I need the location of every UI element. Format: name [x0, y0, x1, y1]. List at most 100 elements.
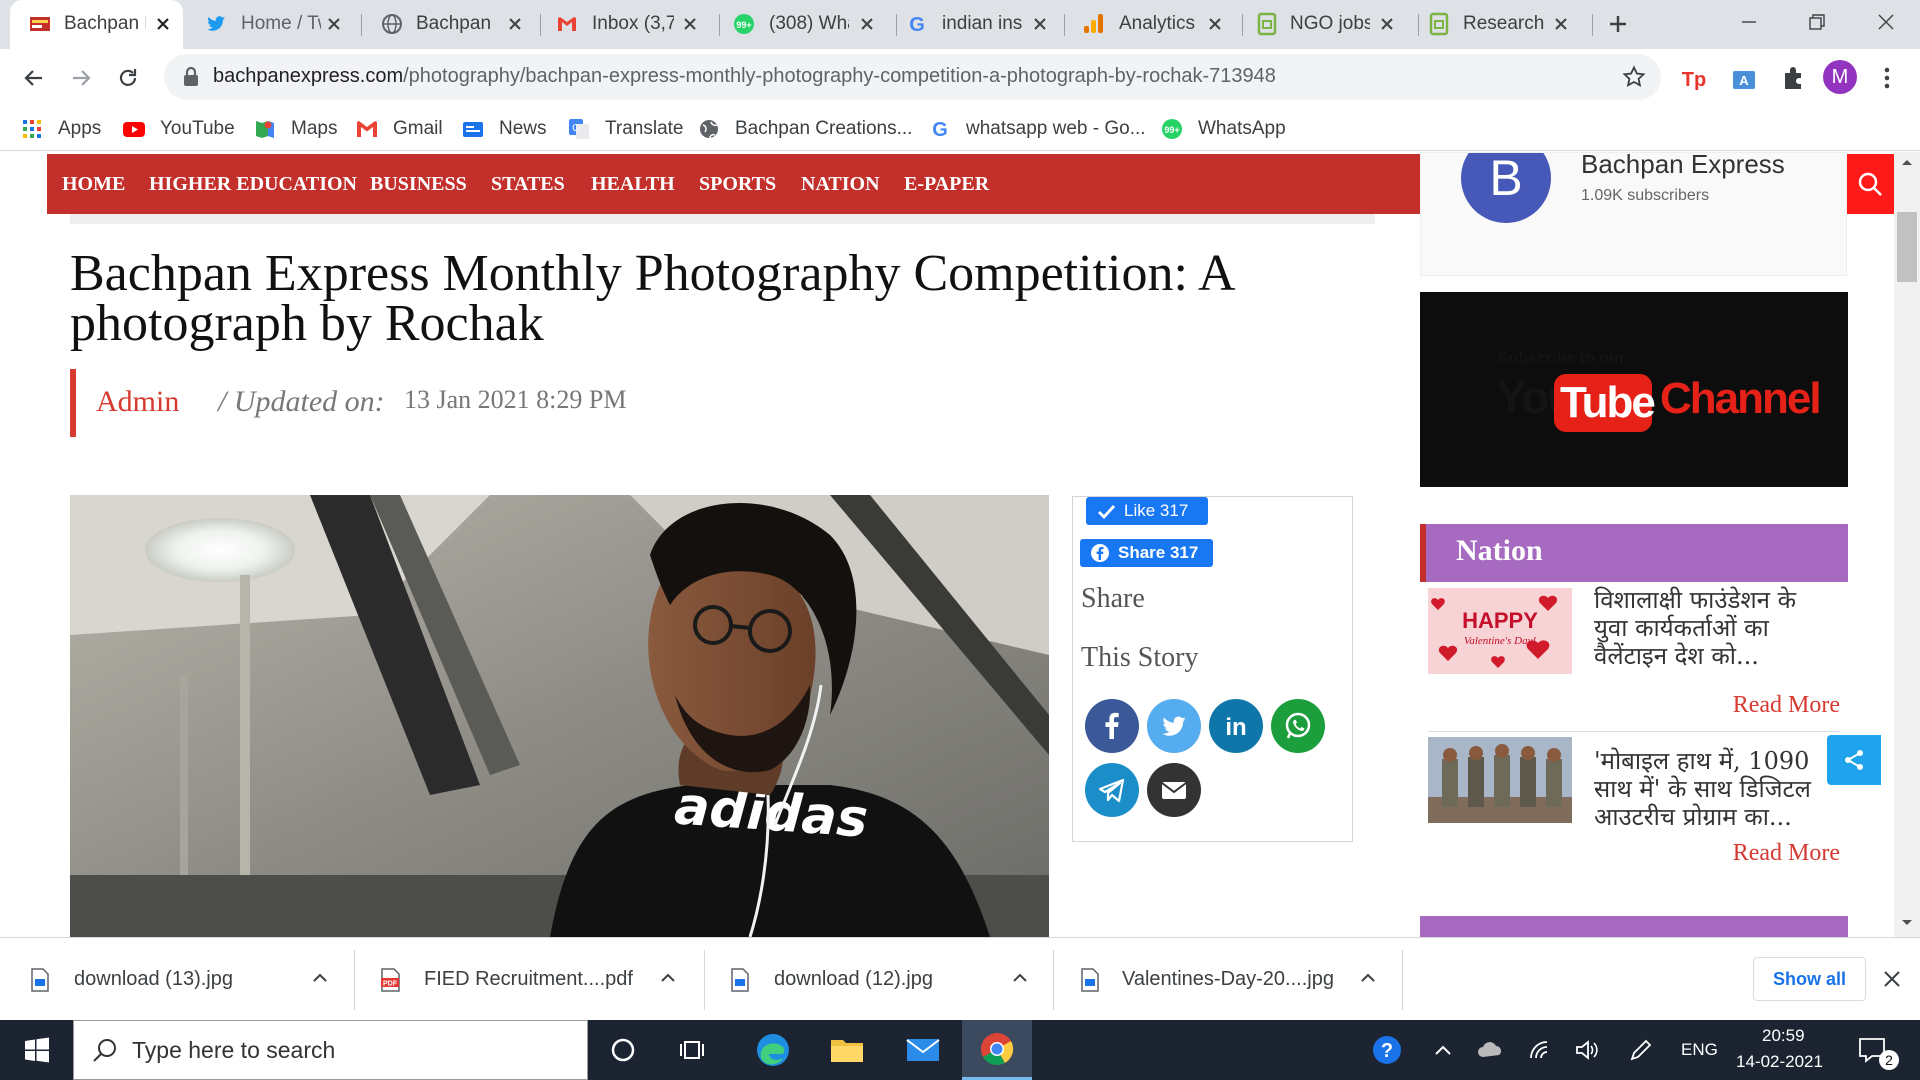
close-tab-icon[interactable]: [1548, 11, 1574, 37]
chevron-up-icon[interactable]: [310, 968, 330, 988]
browser-menu-icon[interactable]: [1872, 63, 1902, 93]
profile-avatar[interactable]: M: [1823, 60, 1857, 94]
tab-analytics[interactable]: Analytics: [1069, 0, 1239, 49]
pen-tray-icon[interactable]: [1616, 1020, 1666, 1080]
share-whatsapp-button[interactable]: [1271, 699, 1325, 753]
list-item[interactable]: HAPPY Valentine's Day! विशालाक्षी फाउंडे…: [1420, 586, 1848, 732]
share-twitter-button[interactable]: [1147, 699, 1201, 753]
tab-google-search[interactable]: G indian ins: [901, 0, 1061, 49]
nav-states[interactable]: STATES: [491, 173, 565, 196]
notifications-button[interactable]: 2: [1843, 1020, 1903, 1080]
close-tab-icon[interactable]: [321, 11, 347, 37]
extensions-puzzle-icon[interactable]: [1778, 63, 1808, 93]
input-language[interactable]: ENG: [1681, 1040, 1718, 1060]
onedrive-tray-icon[interactable]: [1466, 1020, 1516, 1080]
start-button[interactable]: [2, 1020, 72, 1080]
close-tab-icon[interactable]: [502, 11, 528, 37]
show-hidden-icons[interactable]: [1418, 1020, 1468, 1080]
download-item[interactable]: PDF FIED Recruitment....pdf: [380, 938, 690, 1021]
scrollbar-thumb[interactable]: [1897, 212, 1917, 282]
bookmark-whatsapp[interactable]: 99+ WhatsApp: [1160, 115, 1286, 143]
news-title[interactable]: 'मोबाइल हाथ में, 1090 साथ में' के साथ डि…: [1594, 747, 1834, 831]
reload-button[interactable]: [108, 58, 148, 98]
bookmark-news[interactable]: News: [461, 115, 547, 143]
address-bar[interactable]: bachpanexpress.com/photography/bachpan-e…: [164, 54, 1661, 100]
read-more-link[interactable]: Read More: [1733, 840, 1840, 867]
taskbar-mail[interactable]: [888, 1020, 958, 1080]
extension-icon[interactable]: A: [1729, 63, 1759, 93]
task-view-button[interactable]: [658, 1020, 728, 1080]
facebook-like-button[interactable]: Like 317: [1086, 497, 1208, 525]
share-email-button[interactable]: [1147, 763, 1201, 817]
new-tab-button[interactable]: [1598, 6, 1638, 42]
close-tab-icon[interactable]: [854, 11, 880, 37]
nav-home[interactable]: HOME: [62, 173, 125, 196]
nav-sports[interactable]: SPORTS: [699, 173, 776, 196]
tab-bachpan-creations[interactable]: Bachpan C: [366, 0, 536, 49]
site-search-button[interactable]: [1844, 154, 1895, 214]
volume-tray-icon[interactable]: [1562, 1020, 1612, 1080]
nav-higher-education[interactable]: HIGHER EDUCATION: [149, 173, 357, 196]
tab-bachpan-express[interactable]: Bachpan E: [10, 0, 183, 49]
close-tab-icon[interactable]: [150, 11, 176, 37]
chevron-up-icon[interactable]: [1010, 968, 1030, 988]
show-all-downloads-button[interactable]: Show all: [1753, 957, 1866, 1001]
scroll-down-arrow-icon[interactable]: [1899, 917, 1915, 929]
youtube-channel-banner[interactable]: Subscribe to our You Tube Channel: [1420, 292, 1848, 487]
share-telegram-button[interactable]: [1085, 763, 1139, 817]
chevron-up-icon[interactable]: [1358, 968, 1378, 988]
bookmark-youtube[interactable]: YouTube: [122, 115, 235, 143]
bookmark-apps[interactable]: Apps: [20, 115, 101, 143]
bookmark-star-icon[interactable]: [1622, 65, 1646, 89]
svg-text:G: G: [909, 14, 925, 36]
cortana-button[interactable]: [588, 1020, 658, 1080]
network-tray-icon[interactable]: [1516, 1020, 1566, 1080]
minimize-button[interactable]: [1715, 0, 1783, 44]
tab-gmail[interactable]: Inbox (3,7: [545, 0, 715, 49]
read-more-link[interactable]: Read More: [1733, 692, 1840, 719]
taskbar-search-box[interactable]: Type here to search: [73, 1020, 588, 1080]
close-tab-icon[interactable]: [1027, 11, 1053, 37]
share-facebook-button[interactable]: [1085, 699, 1139, 753]
taskbar-file-explorer[interactable]: [812, 1020, 882, 1080]
download-item[interactable]: Valentines-Day-20....jpg: [1080, 938, 1390, 1021]
clock-date[interactable]: 14-02-2021: [1736, 1052, 1823, 1072]
tab-research[interactable]: Research: [1423, 0, 1591, 49]
nav-nation[interactable]: NATION: [801, 173, 880, 196]
taskbar-chrome[interactable]: [962, 1020, 1032, 1080]
nav-business[interactable]: BUSINESS: [370, 173, 467, 196]
bookmark-whatsapp-web-search[interactable]: G whatsapp web - Go...: [928, 115, 1145, 143]
close-tab-icon[interactable]: [677, 11, 703, 37]
help-tray-icon[interactable]: ?: [1362, 1020, 1412, 1080]
share-linkedin-button[interactable]: in: [1209, 699, 1263, 753]
bookmark-maps[interactable]: Maps: [253, 115, 337, 143]
list-item[interactable]: 'मोबाइल हाथ में, 1090 साथ में' के साथ डि…: [1420, 737, 1848, 867]
forward-button[interactable]: [61, 58, 101, 98]
youtube-channel-card[interactable]: B Bachpan Express 1.09K subscribers: [1420, 152, 1847, 276]
tab-whatsapp[interactable]: 99+ (308) Wha: [724, 0, 892, 49]
taskbar-edge[interactable]: [738, 1020, 808, 1080]
back-button[interactable]: [14, 58, 54, 98]
article-author[interactable]: Admin: [96, 385, 179, 419]
tab-twitter[interactable]: Home / Tw: [194, 0, 354, 49]
tab-ngo-jobs[interactable]: NGO jobs: [1247, 0, 1415, 49]
bookmark-translate[interactable]: G Translate: [567, 115, 684, 143]
news-title[interactable]: विशालाक्षी फाउंडेशन के युवा कार्यकर्ताओं…: [1594, 586, 1834, 670]
close-tab-icon[interactable]: [1374, 11, 1400, 37]
nav-health[interactable]: HEALTH: [591, 173, 675, 196]
clock-time[interactable]: 20:59: [1762, 1026, 1805, 1046]
close-window-button[interactable]: [1852, 0, 1920, 44]
chevron-up-icon[interactable]: [658, 968, 678, 988]
close-download-shelf-button[interactable]: [1880, 967, 1904, 991]
restore-button[interactable]: [1783, 0, 1851, 44]
download-item[interactable]: download (13).jpg: [30, 938, 340, 1021]
floating-share-button[interactable]: [1827, 735, 1881, 785]
download-item[interactable]: download (12).jpg: [730, 938, 1040, 1021]
close-tab-icon[interactable]: [1202, 11, 1228, 37]
bookmark-gmail[interactable]: Gmail: [355, 115, 443, 143]
nav-epaper[interactable]: E-PAPER: [904, 173, 989, 196]
scroll-up-arrow-icon[interactable]: [1899, 156, 1915, 168]
facebook-share-button[interactable]: Share 317: [1080, 539, 1213, 567]
bookmark-bachpan-creations[interactable]: Bachpan Creations...: [697, 115, 912, 143]
tp-extension-icon[interactable]: Tp: [1679, 63, 1709, 93]
